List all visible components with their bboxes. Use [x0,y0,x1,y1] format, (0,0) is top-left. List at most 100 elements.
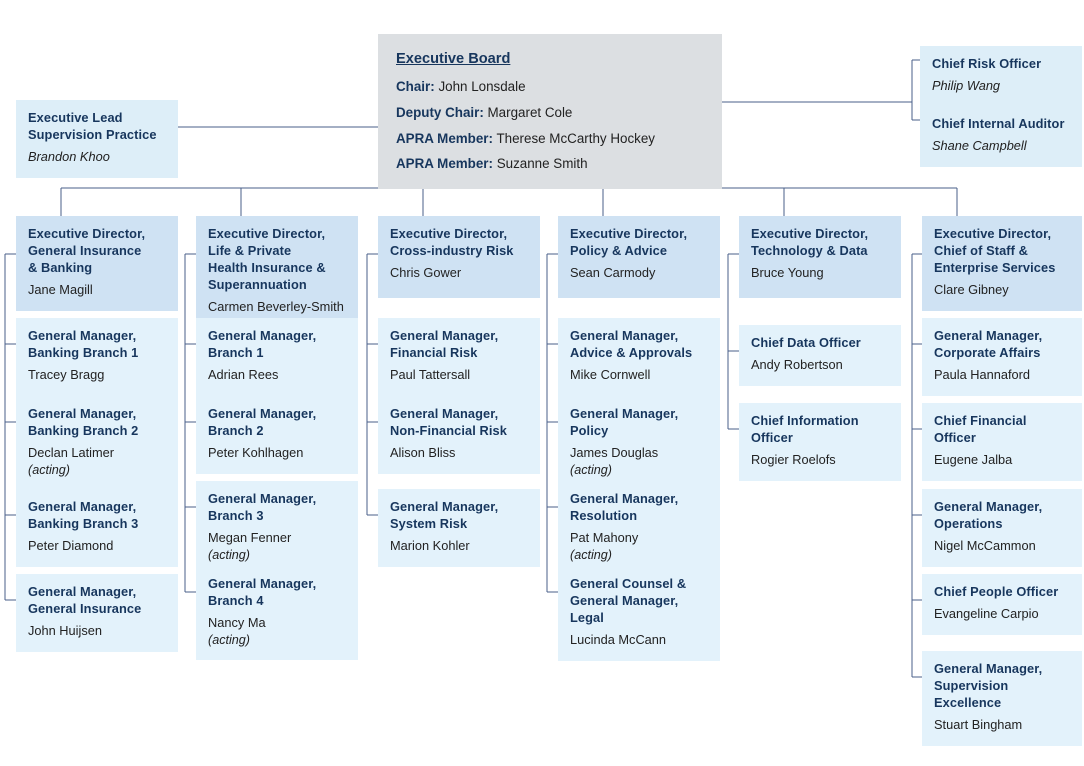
manager-node-4-0-person: Andy Robertson [751,356,843,372]
manager-node-2-0: General Manager, Financial Risk Paul Tatte… [378,318,540,396]
manager-node-5-0-title-line: General Manager, [934,328,1043,343]
manager-node-1-3-person: Nancy Ma [208,614,266,630]
manager-node-0-2-title: General Manager, Banking Branch 3 [28,499,168,533]
executive-director-node-5-title-line: Executive Director, [934,226,1052,241]
manager-node-2-2-person: Marion Kohler [390,537,470,553]
manager-node-0-3: General Manager, General Insurance John Hu… [16,574,178,652]
manager-node-3-2-title-line: General Manager, [570,491,679,506]
manager-node-3-1: General Manager, Policy James Douglas (acti… [558,396,720,491]
executive-director-node-3-title-line: Policy & Advice [570,242,668,258]
manager-node-5-0: General Manager, Corporate Affairs Paula H… [922,318,1082,396]
board-member-name: Therese McCarthy Hockey [496,130,655,146]
executive-director-node-3-title: Executive Director, Policy & Advice [570,226,710,260]
manager-node-0-3-person: John Huijsen [28,622,102,638]
manager-node-5-4-person: Stuart Bingham [934,716,1023,732]
manager-node-5-4: General Manager, Supervision Excellence Stu… [922,651,1082,746]
manager-node-5-2-person: Nigel McCammon [934,537,1036,553]
manager-node-2-0-title-line: Financial Risk [390,344,478,360]
executive-director-node-3: Executive Director, Policy & Advice Sean C… [558,216,720,298]
executive-director-node-5-title-line: Enterprise Services [934,259,1056,275]
executive-director-node-5-title: Executive Director, Chief of Staff & Enter… [934,226,1072,277]
assurance-node-0: Chief Risk Officer Philip Wang [920,46,1082,107]
manager-node-3-2-title-line: Resolution [570,507,638,523]
manager-node-1-0-person: Adrian Rees [208,366,279,382]
assurance-node-0-title: Chief Risk Officer [932,56,1072,73]
manager-node-5-4-title-line: Supervision [934,677,1009,693]
board-member-row: Deputy Chair: Margaret Cole [396,104,706,122]
executive-director-node-0-title-line: Executive Director, [28,226,146,241]
manager-node-3-0-title-line: Advice & Approvals [570,344,693,360]
executive-director-node-1-title: Executive Director, Life & Private Health … [208,226,348,294]
manager-node-3-2-acting-note: (acting) [570,547,612,562]
manager-node-3-1-person: James Douglas [570,444,659,460]
executive-director-node-0: Executive Director, General Insurance & Ba… [16,216,178,311]
manager-node-3-1-title-line: General Manager, [570,406,679,421]
manager-node-0-2: General Manager, Banking Branch 3 Peter Di… [16,489,178,567]
manager-node-5-1-title-line: Chief Financial Officer [934,413,1027,445]
executive-lead-node-title-line: Supervision Practice [28,126,157,142]
manager-node-1-1-title-line: Branch 2 [208,422,264,438]
manager-node-3-1-acting-note: (acting) [570,462,612,477]
manager-node-2-2: General Manager, System Risk Marion Kohler [378,489,540,567]
manager-node-3-2-person: Pat Mahony [570,529,639,545]
manager-node-2-1-title: General Manager, Non-Financial Risk [390,406,530,440]
manager-node-0-3-title: General Manager, General Insurance [28,584,168,618]
manager-node-1-2: General Manager, Branch 3 Megan Fenner (act… [196,481,358,576]
manager-node-0-0-title-line: Banking Branch 1 [28,344,139,360]
manager-node-0-2-title-line: General Manager, [28,499,137,514]
manager-node-4-1-title-line: Officer [751,429,793,445]
manager-node-1-2-title-line: Branch 3 [208,507,264,523]
board-member-name: Suzanne Smith [496,156,588,172]
assurance-node-1-person: Shane Campbell [932,137,1027,153]
executive-director-node-0-title-line: & Banking [28,259,93,275]
manager-node-4-1: Chief Information Officer Rogier Roelofs [739,403,901,481]
executive-lead-node-title-line: Executive Lead [28,110,123,125]
manager-node-1-3-title-line: Branch 4 [208,592,264,608]
executive-director-node-4: Executive Director, Technology & Data Bruc… [739,216,901,298]
board-member-role: Chair: [396,79,435,95]
executive-director-node-4-title: Executive Director, Technology & Data [751,226,891,260]
executive-director-node-4-person: Bruce Young [751,264,824,280]
manager-node-2-0-title-line: General Manager, [390,328,499,343]
manager-node-1-2-acting-note: (acting) [208,547,250,562]
manager-node-0-3-title-line: General Insurance [28,600,142,616]
executive-director-node-3-title-line: Executive Director, [570,226,688,241]
manager-node-4-1-title-line: Chief Information [751,413,859,428]
executive-director-node-5-title-line: Chief of Staff & [934,242,1029,258]
manager-node-1-0-title-line: Branch 1 [208,344,264,360]
manager-node-1-2-person: Megan Fenner [208,529,292,545]
executive-director-node-2-title-line: Cross-industry Risk [390,242,514,258]
executive-director-node-1-title-line: Superannuation [208,276,307,292]
manager-node-5-1: Chief Financial Officer Eugene Jalba [922,403,1082,481]
manager-node-2-2-title-line: General Manager, [390,499,499,514]
board-member-row: Chair: John Lonsdale [396,78,706,96]
executive-director-node-2-title: Executive Director, Cross-industry Risk [390,226,530,260]
manager-node-3-3: General Counsel & General Manager, Legal Lu… [558,566,720,661]
manager-node-4-0-title: Chief Data Officer [751,335,891,352]
manager-node-4-0: Chief Data Officer Andy Robertson [739,325,901,386]
manager-node-1-2-title: General Manager, Branch 3 [208,491,348,525]
board-member-name: Margaret Cole [487,104,573,120]
board-member-role: APRA Member: [396,130,493,146]
org-chart: Executive Board Chair: John Lonsdale Deput… [0,0,1084,766]
executive-director-node-1-title-line: Life & Private [208,242,292,258]
executive-lead-node-person: Brandon Khoo [28,148,110,164]
manager-node-3-3-person: Lucinda McCann [570,631,667,647]
executive-director-node-5-person: Clare Gibney [934,281,1009,297]
executive-lead-node-title: Executive Lead Supervision Practice [28,110,168,144]
manager-node-2-2-title-line: System Risk [390,515,468,531]
manager-node-3-3-title: General Counsel & General Manager, Legal [570,576,710,627]
manager-node-0-1-title: General Manager, Banking Branch 2 [28,406,168,440]
manager-node-5-3: Chief People Officer Evangeline Carpio [922,574,1082,635]
board-member-role: Deputy Chair: [396,104,484,120]
manager-node-4-1-person: Rogier Roelofs [751,451,836,467]
manager-node-5-1-person: Eugene Jalba [934,451,1013,467]
manager-node-4-1-title: Chief Information Officer [751,413,891,447]
manager-node-1-1-title-line: General Manager, [208,406,317,421]
manager-node-5-0-title: General Manager, Corporate Affairs [934,328,1072,362]
executive-director-node-2-title-line: Executive Director, [390,226,508,241]
manager-node-1-1: General Manager, Branch 2 Peter Kohlhagen [196,396,358,474]
manager-node-5-3-title-line: Chief People Officer [934,584,1059,599]
manager-node-2-1-title-line: General Manager, [390,406,499,421]
executive-director-node-0-person: Jane Magill [28,281,93,297]
